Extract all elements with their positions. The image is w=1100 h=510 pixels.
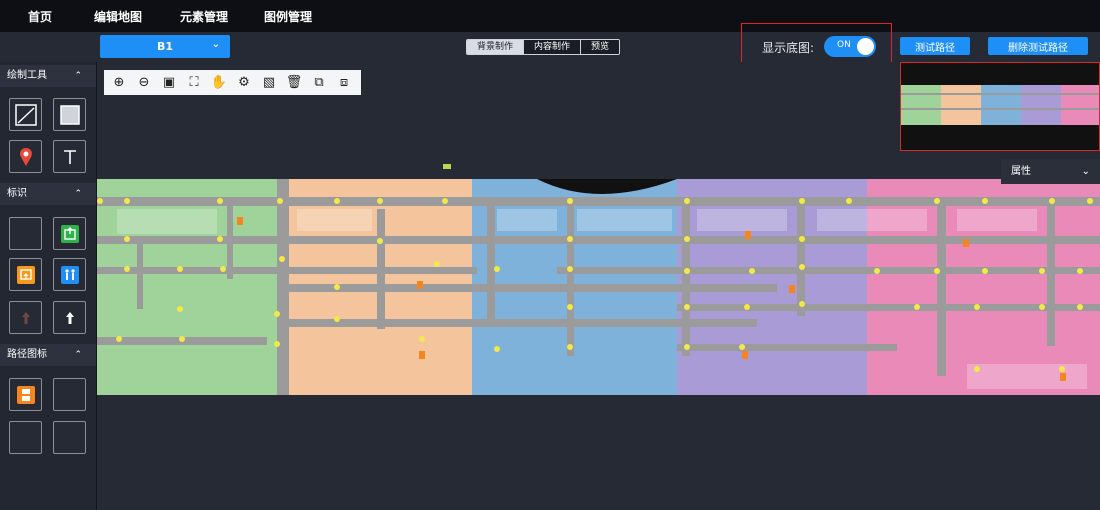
zoom-out-icon[interactable]: ⊖ [135,75,153,90]
map-toolbar: ⊕ ⊖ ▣ ⛶ ✋ ⚙ ▧ 🗑 ⧉ ⧈ [104,70,361,95]
chevron-up-icon: ⌃ [74,71,82,81]
mode-tabs: 背景制作 内容制作 预览 [466,39,621,55]
route-icon-button[interactable] [9,378,42,411]
restroom-icon [60,265,79,284]
floor-value: B1 [156,40,174,53]
text-icon [63,149,76,164]
nav-home[interactable]: 首页 [28,8,68,25]
floor-map-svg [97,179,1100,395]
sidebar: 绘制工具 ⌃ 标识 ⌃ 路径图标 ⌃ [0,62,97,510]
fullscreen-icon[interactable]: ⛶ [185,75,203,90]
properties-label: 属性 [1011,166,1031,177]
section-draw-tools[interactable]: 绘制工具 ⌃ [0,65,96,87]
restroom-mark-button[interactable] [53,258,86,291]
pin-tool-button[interactable] [9,140,42,173]
line-tool-button[interactable] [9,98,42,131]
toggle-text: ON [837,40,851,50]
zoom-in-icon[interactable]: ⊕ [110,75,128,90]
hand-icon[interactable]: ✋ [210,75,228,90]
elevator-mark-button[interactable] [9,258,42,291]
arrow-dark-button[interactable] [9,301,42,334]
section-marks-label: 标识 [7,188,27,199]
basemap-label: 显示底图: [762,41,815,55]
chevron-up-icon: ⌃ [74,350,82,360]
settings-icon[interactable]: ⚙ [235,75,253,90]
delete-icon[interactable]: 🗑 [285,75,303,90]
basemap-toggle[interactable]: ON [824,36,876,57]
section-draw-tools-label: 绘制工具 [7,70,47,81]
floor-select[interactable]: B1 ⌄ [100,35,230,58]
minimap[interactable] [900,62,1100,151]
section-route-icons[interactable]: 路径图标 ⌃ [0,344,96,366]
chevron-down-icon: ⌄ [211,39,220,50]
floor-map[interactable] [97,179,1100,395]
chevron-up-icon: ⌃ [74,189,82,199]
escalator-icon [16,265,35,284]
nav-edit-map[interactable]: 编辑地图 [94,8,158,25]
fit-icon[interactable]: ▣ [160,75,178,90]
exit-mark-button[interactable] [53,217,86,250]
nav-legend-manage[interactable]: 图例管理 [264,8,328,25]
nav-element-manage[interactable]: 元素管理 [180,8,244,25]
chevron-down-icon: ⌄ [1081,166,1090,177]
copy-delete-icon[interactable]: ⧉ [310,75,328,90]
properties-panel-header[interactable]: 属性 ⌄ [1001,159,1100,184]
toggle-knob [857,38,874,55]
text-tool-button[interactable] [53,140,86,173]
line-icon [14,103,37,126]
rect-tool-button[interactable] [53,98,86,131]
mark-empty-button[interactable] [9,217,42,250]
tab-background[interactable]: 背景制作 [467,40,524,54]
map-marker[interactable] [443,164,451,169]
section-route-icons-label: 路径图标 [7,349,47,360]
save-icon[interactable]: ▧ [260,75,278,90]
route-marker-icon [16,385,35,404]
section-marks[interactable]: 标识 ⌃ [0,183,96,205]
test-route-button[interactable]: 测试路径 [900,37,970,55]
arrow-up-icon [21,311,30,324]
minimap-svg [901,85,1099,125]
tab-preview[interactable]: 预览 [581,40,620,54]
route-empty-button-3[interactable] [53,421,86,454]
route-empty-button-2[interactable] [9,421,42,454]
top-nav: 首页 编辑地图 元素管理 图例管理 [0,0,1100,32]
exit-icon [60,224,79,243]
copy-icon[interactable]: ⧈ [335,75,353,90]
tab-content[interactable]: 内容制作 [523,40,582,54]
arrow-light-button[interactable] [53,301,86,334]
map-pin-icon [19,147,32,166]
route-empty-button[interactable] [53,378,86,411]
delete-test-route-button[interactable]: 删除测试路径 [988,37,1088,55]
rectangle-icon [59,104,80,125]
arrow-up-icon [65,311,74,324]
